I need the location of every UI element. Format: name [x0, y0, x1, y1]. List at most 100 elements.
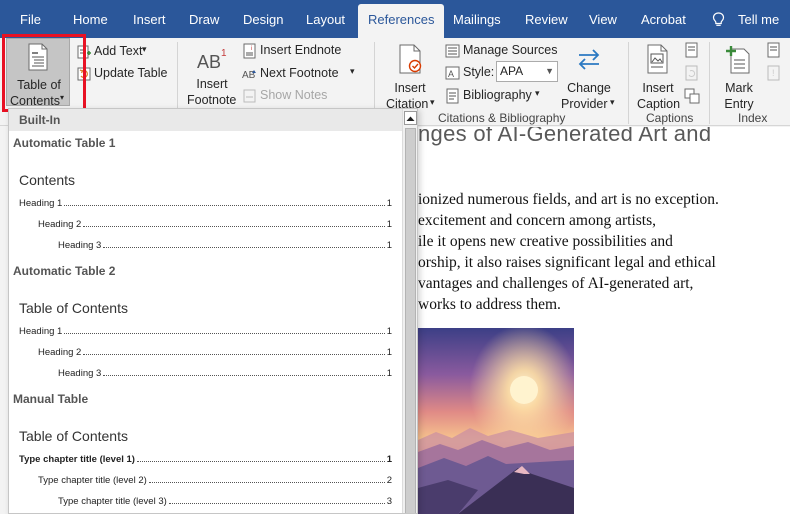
toc-entry-text: Heading 2 [38, 219, 82, 230]
leader-dots [136, 461, 385, 462]
manual-table-name: Manual Table [13, 392, 89, 406]
manage-sources-button[interactable]: Manage Sources [445, 43, 558, 61]
tab-file[interactable]: File [20, 0, 41, 38]
toc-highlight-box [2, 34, 86, 112]
toc-preview-entry: Heading 1 1 [19, 198, 392, 209]
toc-entry-page: 1 [386, 326, 392, 337]
toc-entry-text: Heading 3 [58, 368, 102, 379]
manage-sources-label: Manage Sources [463, 43, 558, 57]
sunset-mountains-image[interactable] [418, 328, 574, 514]
toc-entry-text: Heading 3 [58, 240, 102, 251]
show-notes-icon [243, 89, 256, 103]
automatic-table-1-name: Automatic Table 1 [13, 136, 116, 150]
tab-view[interactable]: View [589, 0, 617, 38]
insert-caption-button[interactable]: Insert Caption [634, 42, 682, 111]
chevron-down-icon[interactable]: ▾ [350, 66, 355, 77]
scroll-up-button[interactable] [404, 111, 417, 125]
change-provider-button[interactable]: Change Provider ▾ [558, 42, 620, 111]
citation-style-value: APA [500, 64, 524, 78]
update-table-button[interactable]: Update Table [76, 66, 176, 84]
insert-table-of-figures-icon[interactable] [684, 42, 700, 58]
bibliography-button[interactable]: Bibliography ▾ [445, 88, 555, 106]
citation-style-select[interactable]: APA ▼ [496, 61, 558, 82]
group-label-captions: Captions [646, 111, 694, 125]
update-index-icon: ! [767, 65, 780, 81]
svg-text:1: 1 [221, 48, 227, 59]
toc-preview-entry: Type chapter title (level 3) 3 [58, 496, 392, 507]
document-line: ionized numerous fields, and art is no e… [418, 191, 719, 208]
toc-entry-text: Heading 1 [19, 326, 63, 337]
document-page[interactable]: nges of AI-Generated Art and ionized num… [400, 127, 790, 514]
toc-entry-text: Heading 1 [19, 198, 63, 209]
manual-table-option[interactable]: Manual Table Table of Contents Type chap… [9, 387, 402, 513]
toc-entry-text: Heading 2 [38, 347, 82, 358]
automatic-table-2-name: Automatic Table 2 [13, 264, 116, 278]
tell-me-search[interactable]: Tell me [712, 0, 779, 38]
leader-dots [148, 482, 385, 483]
manage-sources-icon [445, 44, 460, 58]
chevron-down-icon: ▾ [142, 44, 147, 54]
group-separator [709, 42, 710, 124]
toc-entry-page: 1 [386, 240, 392, 251]
toc-entry-page: 1 [386, 219, 392, 230]
next-footnote-label: Next Footnote [260, 66, 339, 80]
toc-preview-entry: Type chapter title (level 2) 2 [38, 475, 392, 486]
document-line: works to address them. [418, 296, 561, 313]
toc-entry-page: 1 [386, 198, 392, 209]
tab-insert[interactable]: Insert [133, 0, 166, 38]
insert-footnote-button[interactable]: AB 1 Insert Footnote [184, 42, 240, 108]
svg-text:i: i [251, 46, 252, 52]
tab-acrobat[interactable]: Acrobat [641, 0, 686, 38]
tab-draw[interactable]: Draw [189, 0, 219, 38]
gallery-scrollbar[interactable] [402, 109, 417, 513]
style-label: Style: [463, 65, 495, 79]
insert-citation-button[interactable]: Insert Citation ▾ [382, 42, 438, 111]
tab-home[interactable]: Home [73, 0, 108, 38]
tab-mailings[interactable]: Mailings [453, 0, 501, 38]
insert-endnote-button[interactable]: i Insert Endnote [242, 43, 372, 61]
tab-review[interactable]: Review [525, 0, 568, 38]
cross-reference-icon[interactable] [684, 88, 700, 104]
group-label-citations: Citations & Bibliography [438, 111, 566, 125]
tab-layout[interactable]: Layout [306, 0, 345, 38]
toc-preview-entry: Heading 2 1 [38, 219, 392, 230]
scroll-thumb[interactable] [405, 128, 416, 513]
chevron-down-icon: ▾ [610, 97, 615, 107]
tab-design[interactable]: Design [243, 0, 283, 38]
automatic-table-1-option[interactable]: Automatic Table 1 Contents Heading 1 1 He… [9, 131, 402, 259]
toc-entry-page: 3 [386, 496, 392, 507]
lightbulb-icon [712, 12, 725, 26]
style-icon: A [445, 66, 460, 80]
insert-citation-line1: Insert [394, 81, 426, 95]
document-line: ile it opens new creative possibilities … [418, 233, 673, 250]
toc-preview-entry: Heading 1 1 [19, 326, 392, 337]
mark-entry-icon [726, 46, 750, 74]
group-separator [628, 42, 629, 124]
toc-entry-text: Type chapter title (level 1) [19, 454, 135, 465]
automatic-table-2-option[interactable]: Automatic Table 2 Table of Contents Head… [9, 259, 402, 387]
leader-dots [103, 375, 385, 376]
ribbon-tab-bar: File Home Insert Draw Design Layout Refe… [0, 0, 790, 38]
tab-references[interactable]: References [358, 4, 445, 38]
toc-entry-text: Type chapter title (level 2) [38, 475, 147, 486]
insert-caption-line1: Insert [642, 81, 674, 95]
chevron-down-icon: ▼ [545, 66, 554, 76]
toc-entry-page: 1 [386, 368, 392, 379]
add-text-label: Add Text [94, 44, 143, 58]
leader-dots [83, 354, 385, 355]
leader-dots [64, 205, 385, 206]
insert-citation-icon [399, 44, 422, 74]
insert-endnote-label: Insert Endnote [260, 43, 342, 57]
endnote-icon: i [243, 43, 256, 59]
update-figures-icon [685, 65, 698, 81]
insert-index-icon[interactable] [766, 42, 782, 58]
document-title: nges of AI-Generated Art and [418, 127, 712, 146]
update-table-label: Update Table [94, 66, 168, 80]
show-notes-button[interactable]: Show Notes [242, 88, 342, 106]
document-line: orship, it also raises significant legal… [418, 254, 716, 271]
next-footnote-button[interactable]: AB Next Footnote ▾ [242, 66, 362, 84]
group-label-index: Index [738, 111, 768, 125]
tell-me-label: Tell me [738, 12, 780, 27]
change-provider-line1: Change [567, 81, 611, 95]
mark-entry-button[interactable]: Mark Entry [715, 42, 763, 111]
